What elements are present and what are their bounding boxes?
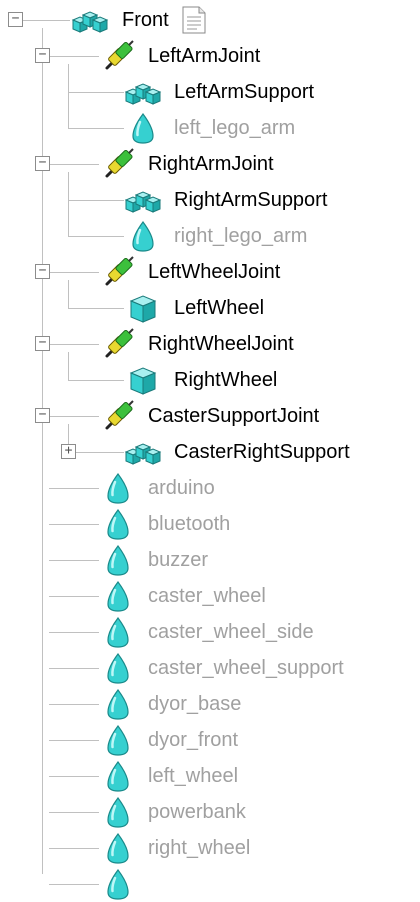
transform-group-icon [123,76,163,108]
tree-node-label: RightArmSupport [174,189,328,211]
tree-node-label: RightArmJoint [148,153,274,175]
tree-node-dyor-front[interactable]: dyor_front [0,722,420,758]
tree-node-label: Front [122,9,169,31]
tree-node-label: dyor_front [148,729,239,751]
joint-icon [98,400,138,432]
collapse-toggle-icon[interactable]: − [35,156,50,171]
tree-node-label: caster_wheel_side [148,621,314,643]
joint-icon [98,148,138,180]
shape-icon [123,220,163,252]
shape-icon [98,796,138,828]
shape-icon [98,760,138,792]
tree-node-label: CasterSupportJoint [148,405,320,427]
tree-node-castersupportjoint[interactable]: − CasterSupportJoint [0,398,420,434]
tree-node-buzzer[interactable]: buzzer [0,542,420,578]
expand-toggle-icon[interactable]: + [61,444,76,459]
joint-icon [98,328,138,360]
collapse-toggle-icon[interactable]: − [8,12,23,27]
tree-node-right-lego-arm[interactable]: right_lego_arm [0,218,420,254]
tree-node-leftarmjoint[interactable]: − LeftArmJoint [0,38,420,74]
tree-node-leftarmsupport[interactable]: LeftArmSupport [0,74,420,110]
shape-icon [98,868,138,900]
tree-node-casterrightsupport[interactable]: + CasterRightSupport [0,434,420,470]
tree-node-left-lego-arm[interactable]: left_lego_arm [0,110,420,146]
transform-group-icon [123,184,163,216]
tree-connector-line [23,20,70,21]
collapse-toggle-icon[interactable]: − [35,408,50,423]
tree-node-label: powerbank [148,801,246,823]
tree-node-label: right_lego_arm [174,225,308,247]
shape-icon [98,508,138,540]
transform-group-icon [123,436,163,468]
tree-node-powerbank[interactable]: powerbank [0,794,420,830]
tree-node-left-wheel[interactable]: left_wheel [0,758,420,794]
tree-node-label: bluetooth [148,513,231,535]
tree-node-rightarmjoint[interactable]: − RightArmJoint [0,146,420,182]
collapse-toggle-icon[interactable]: − [35,336,50,351]
tree-node-label: RightWheelJoint [148,333,294,355]
transform-icon [123,292,163,324]
tree-node-label: LeftArmJoint [148,45,261,67]
tree-node-arduino[interactable]: arduino [0,470,420,506]
tree-node-dyor-base[interactable]: dyor_base [0,686,420,722]
tree-node-caster-wheel[interactable]: caster_wheel [0,578,420,614]
shape-icon [98,472,138,504]
tree-node-partial[interactable] [0,866,420,902]
tree-node-label: buzzer [148,549,209,571]
tree-node-label: right_wheel [148,837,251,859]
tree-node-rightwheel[interactable]: RightWheel [0,362,420,398]
joint-icon [98,256,138,288]
tree-node-label: dyor_base [148,693,242,715]
tree-node-label: LeftWheelJoint [148,261,281,283]
shape-icon [98,652,138,684]
tree-node-label: caster_wheel_support [148,657,344,679]
tree-node-label: LeftArmSupport [174,81,315,103]
tree-node-caster-wheel-support[interactable]: caster_wheel_support [0,650,420,686]
tree-node-label: caster_wheel [148,585,266,607]
tree-node-label: arduino [148,477,215,499]
shape-icon [123,112,163,144]
collapse-toggle-icon[interactable]: − [35,48,50,63]
document-icon [180,4,208,36]
tree-node-label: CasterRightSupport [174,441,350,463]
shape-icon [98,832,138,864]
collapse-toggle-icon[interactable]: − [35,264,50,279]
joint-icon [98,40,138,72]
tree-node-label: left_lego_arm [174,117,296,139]
tree-node-label: LeftWheel [174,297,265,319]
shape-icon [98,544,138,576]
tree-node-leftwheel[interactable]: LeftWheel [0,290,420,326]
tree-node-right-wheel[interactable]: right_wheel [0,830,420,866]
transform-icon [123,364,163,396]
tree-node-rightarmsupport[interactable]: RightArmSupport [0,182,420,218]
shape-icon [98,724,138,756]
tree-node-bluetooth[interactable]: bluetooth [0,506,420,542]
tree-node-caster-wheel-side[interactable]: caster_wheel_side [0,614,420,650]
scene-hierarchy-tree: − Front − LeftArmJoint LeftArmSupport left_le… [0,0,420,900]
tree-node-rightwheeljoint[interactable]: − RightWheelJoint [0,326,420,362]
transform-group-icon [70,4,110,36]
shape-icon [98,688,138,720]
tree-node-label: RightWheel [174,369,278,391]
tree-node-leftwheeljoint[interactable]: − LeftWheelJoint [0,254,420,290]
tree-node-label: left_wheel [148,765,239,787]
shape-icon [98,616,138,648]
shape-icon [98,580,138,612]
